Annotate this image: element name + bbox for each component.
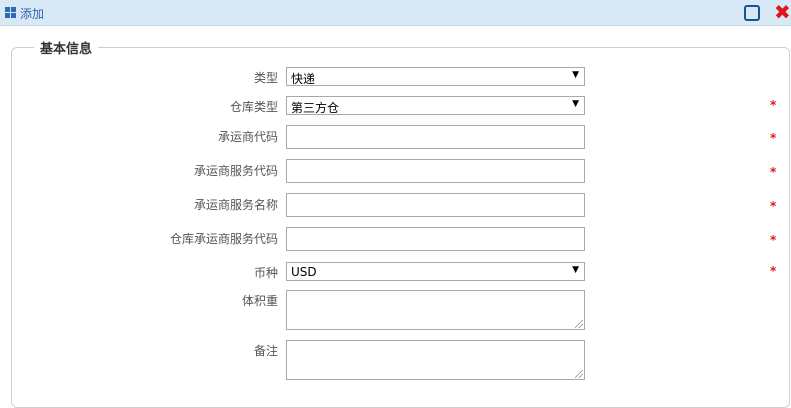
dropdown-arrow-icon: ▼: [572, 265, 579, 275]
required-marker: *: [770, 199, 777, 213]
carrier-service-code-input[interactable]: [286, 159, 585, 183]
warehouse-type-select-value: 第三方仓: [291, 101, 340, 115]
carrier-service-code-label: 承运商服务代码: [193, 164, 278, 178]
required-marker: *: [770, 98, 777, 112]
required-marker: *: [770, 165, 777, 179]
maximize-icon[interactable]: [744, 5, 760, 21]
dropdown-arrow-icon: ▼: [572, 99, 579, 109]
warehouse-carrier-service-code-input[interactable]: [286, 227, 585, 251]
volume-weight-textarea[interactable]: [286, 290, 585, 330]
remark-textarea[interactable]: [286, 340, 585, 380]
resize-grip-icon[interactable]: [575, 370, 583, 378]
type-label: 类型: [253, 71, 278, 85]
carrier-code-input[interactable]: [286, 125, 585, 149]
required-marker: *: [770, 131, 777, 145]
type-select[interactable]: 快递 ▼: [286, 67, 585, 86]
grid-icon: [5, 7, 17, 19]
warehouse-type-select[interactable]: 第三方仓 ▼: [286, 96, 585, 115]
resize-grip-icon[interactable]: [575, 320, 583, 328]
warehouse-carrier-service-code-label: 仓库承运商服务代码: [169, 232, 278, 246]
volume-weight-label: 体积重: [241, 294, 278, 308]
currency-label: 币种: [253, 266, 278, 280]
dropdown-arrow-icon: ▼: [572, 70, 579, 80]
remark-label: 备注: [253, 344, 278, 358]
currency-select[interactable]: USD ▼: [286, 262, 585, 281]
dialog-titlebar: 添加 ✖: [0, 0, 791, 26]
carrier-code-label: 承运商代码: [217, 130, 278, 144]
carrier-service-name-input[interactable]: [286, 193, 585, 217]
required-marker: *: [770, 233, 777, 247]
currency-select-value: USD: [291, 265, 317, 279]
warehouse-type-label: 仓库类型: [229, 100, 278, 114]
section-legend: 基本信息: [40, 42, 93, 57]
dialog-title: 添加: [20, 7, 45, 21]
carrier-service-name-label: 承运商服务名称: [193, 198, 278, 212]
required-marker: *: [770, 264, 777, 278]
type-select-value: 快递: [291, 72, 316, 86]
close-icon[interactable]: ✖: [774, 2, 791, 22]
